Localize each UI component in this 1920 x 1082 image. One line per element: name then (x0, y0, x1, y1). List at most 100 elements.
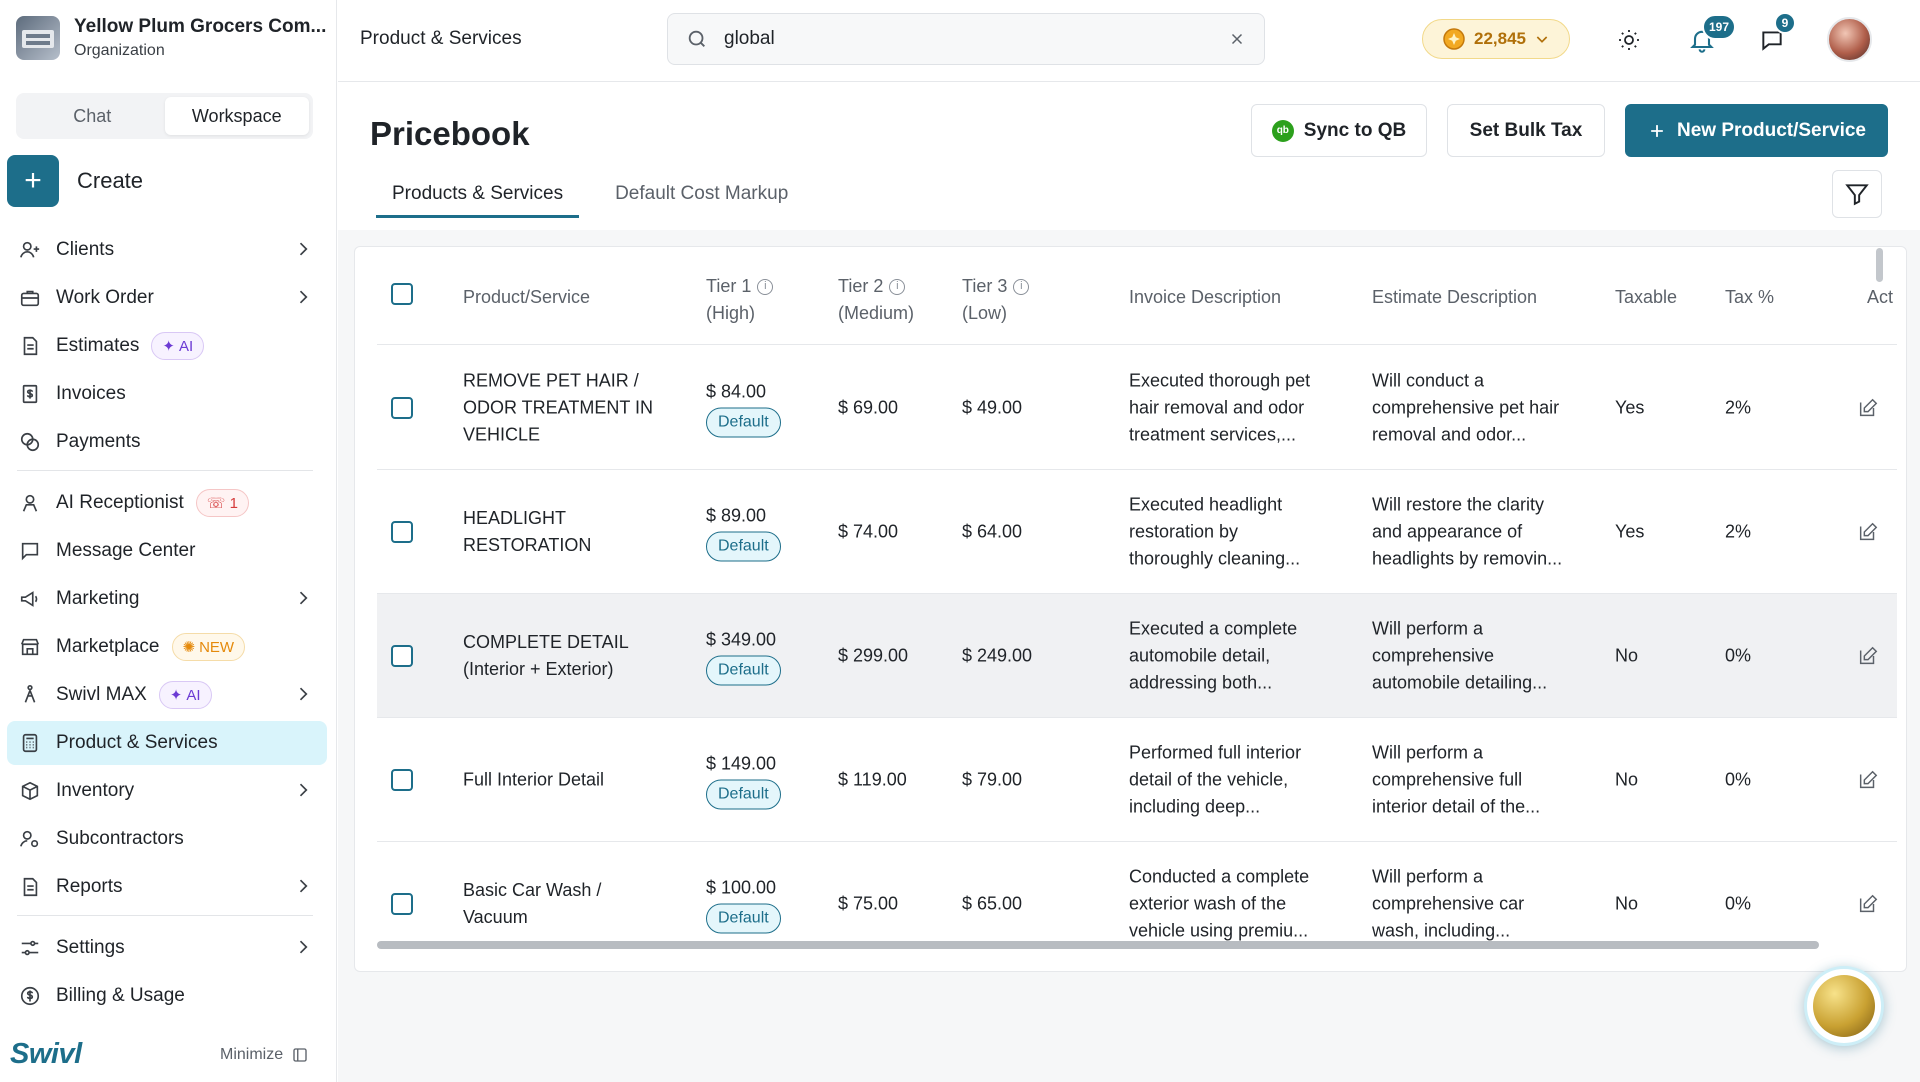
horizontal-scrollbar[interactable] (377, 941, 1819, 949)
sidebar-item-label: Marketplace (56, 636, 160, 657)
dollar-circle-icon (18, 984, 42, 1008)
chevron-right-icon (293, 780, 313, 800)
messages-button[interactable]: 9 (1752, 12, 1796, 60)
sidebar-item-label: Invoices (56, 383, 126, 404)
sidebar-item-message-center[interactable]: Message Center (7, 529, 327, 573)
product-name-line: VEHICLE (463, 424, 541, 444)
sidebar-item-product-services[interactable]: Product & Services (7, 721, 327, 765)
tier1-price: $ 349.00 Default (706, 626, 781, 685)
edit-icon[interactable] (1857, 397, 1879, 419)
clear-search-icon[interactable] (1228, 30, 1246, 48)
row-checkbox[interactable] (391, 397, 413, 419)
tab-products-services[interactable]: Products & Services (376, 170, 580, 218)
col-tier1[interactable]: Tier 1 i (High) (706, 273, 774, 327)
sun-icon (1617, 28, 1641, 52)
sidebar-item-invoices[interactable]: Invoices (7, 372, 327, 416)
table-row[interactable]: COMPLETE DETAIL (Interior + Exterior) $ … (377, 594, 1897, 718)
top-bar: Product & Services global 22,845 197 9 (338, 0, 1920, 82)
search-input[interactable]: global (724, 28, 1228, 50)
nav-divider (17, 470, 313, 471)
sidebar-item-swivl-max[interactable]: Swivl MAX ✦ AI (7, 673, 327, 717)
col-product[interactable]: Product/Service (463, 284, 590, 311)
sidebar-item-label: Inventory (56, 780, 135, 801)
report-icon (18, 875, 42, 899)
coin-balance-button[interactable]: 22,845 (1422, 19, 1570, 59)
info-icon[interactable]: i (757, 278, 774, 295)
quickbooks-icon: qb (1271, 119, 1294, 142)
sidebar-item-inventory[interactable]: Inventory (7, 769, 327, 813)
sidebar-item-marketplace[interactable]: Marketplace ✺ NEW (7, 625, 327, 669)
sidebar-item-marketing[interactable]: Marketing (7, 577, 327, 621)
search-field[interactable]: global (667, 13, 1265, 65)
col-tier3[interactable]: Tier 3 i (Low) (962, 273, 1030, 327)
sidebar-item-subcontractors[interactable]: Subcontractors (7, 817, 327, 861)
sidebar-item-estimates[interactable]: Estimates ✦ AI (7, 324, 327, 368)
sidebar-item-ai-receptionist[interactable]: AI Receptionist ☏ 1 (7, 481, 327, 525)
row-checkbox[interactable] (391, 893, 413, 915)
sidebar-item-work-order[interactable]: Work Order (7, 276, 327, 320)
new-product-service-button[interactable]: New Product/Service (1625, 104, 1888, 157)
edit-icon[interactable] (1857, 893, 1879, 915)
table-row[interactable]: HEADLIGHT RESTORATION $ 89.00 Default $ … (377, 470, 1897, 594)
desc-line: including deep... (1129, 796, 1261, 816)
chevron-down-icon (1534, 31, 1550, 47)
set-bulk-tax-button[interactable]: Set Bulk Tax (1447, 104, 1605, 157)
create-action[interactable]: + Create (7, 155, 143, 207)
col-invoice-description[interactable]: Invoice Description (1129, 284, 1281, 311)
chat-mode-button[interactable]: Chat (20, 97, 165, 135)
table-row[interactable]: Full Interior Detail $ 149.00 Default $ … (377, 718, 1897, 842)
tab-default-cost-markup[interactable]: Default Cost Markup (599, 170, 804, 218)
edit-icon[interactable] (1857, 769, 1879, 791)
sync-label: Sync to QB (1303, 119, 1407, 141)
sync-to-qb-button[interactable]: qb Sync to QB (1251, 104, 1427, 157)
taxable-value: Yes (1615, 397, 1645, 417)
org-switcher[interactable]: Yellow Plum Grocers Com... Organization (16, 16, 326, 60)
briefcase-icon (18, 286, 42, 310)
product-name-line: Basic Car Wash / (463, 880, 602, 900)
notifications-button[interactable]: 197 (1682, 14, 1737, 60)
row-checkbox[interactable] (391, 521, 413, 543)
desc-line: automobile detailing... (1372, 672, 1548, 692)
sidebar-item-settings[interactable]: Settings (7, 926, 327, 970)
assistant-fab-button[interactable] (1804, 966, 1884, 1046)
workspace-mode-button[interactable]: Workspace (164, 97, 309, 135)
sparkle-icon: ✦ (162, 338, 175, 355)
row-checkbox[interactable] (391, 769, 413, 791)
minimize-button[interactable]: Minimize (220, 1046, 309, 1064)
row-checkbox[interactable] (391, 645, 413, 667)
sidebar-item-billing[interactable]: Billing & Usage (7, 974, 327, 1018)
sidebar-item-reports[interactable]: Reports (7, 865, 327, 909)
chat-bubble-icon (18, 539, 42, 563)
table-row[interactable]: REMOVE PET HAIR / ODOR TREATMENT IN VEHI… (377, 346, 1897, 470)
invoice-description: Performed full interior detail of the ve… (1129, 739, 1301, 820)
filter-button[interactable] (1832, 170, 1882, 218)
vertical-scrollbar[interactable] (1876, 248, 1883, 282)
sidebar-item-label: AI Receptionist (56, 492, 184, 513)
sidebar-item-clients[interactable]: Clients (7, 228, 327, 272)
tier3-price: $ 65.00 (962, 893, 1023, 914)
sidebar-item-label: Message Center (56, 540, 196, 561)
sidebar-item-payments[interactable]: Payments (7, 420, 327, 464)
tax-value: 0% (1725, 769, 1752, 789)
breadcrumb: Product & Services (360, 28, 522, 49)
col-tier2[interactable]: Tier 2 i (Medium) (838, 273, 914, 327)
org-logo (16, 16, 60, 60)
info-icon[interactable]: i (889, 278, 906, 295)
theme-toggle-button[interactable] (1609, 20, 1649, 60)
col-taxable[interactable]: Taxable (1615, 284, 1677, 311)
edit-icon[interactable] (1857, 645, 1879, 667)
avatar[interactable] (1827, 17, 1872, 62)
invoice-description: Executed a complete automobile detail, a… (1129, 615, 1297, 696)
tier3-price: $ 249.00 (962, 645, 1033, 665)
col-tax-percent[interactable]: Tax % (1725, 284, 1774, 311)
sidebar-item-label: Settings (56, 937, 125, 958)
create-plus-button[interactable]: + (7, 155, 59, 207)
tier1-price: $ 89.00 Default (706, 502, 781, 561)
desc-line: Will conduct a (1372, 370, 1485, 390)
edit-icon[interactable] (1857, 521, 1879, 543)
badge-label: AI (179, 337, 194, 355)
select-all-checkbox[interactable] (391, 283, 413, 305)
sidebar-item-label: Estimates (56, 335, 140, 356)
col-estimate-description[interactable]: Estimate Description (1372, 284, 1537, 311)
info-icon[interactable]: i (1013, 278, 1030, 295)
